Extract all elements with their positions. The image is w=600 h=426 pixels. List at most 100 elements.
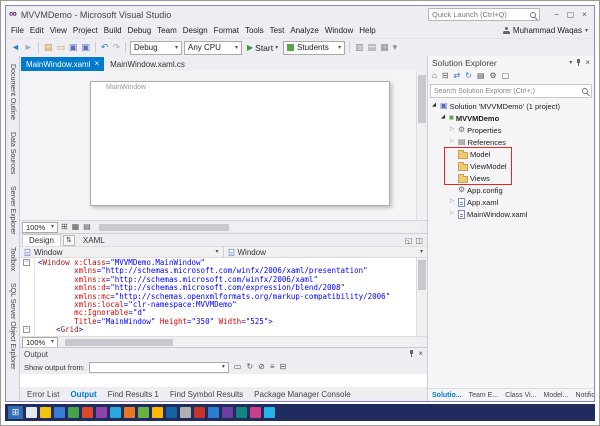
fold-collapse-icon[interactable]: − [23, 259, 30, 266]
taskbar-app-icon[interactable] [110, 407, 121, 418]
panel-tab-package-manager-console[interactable]: Package Manager Console [249, 388, 356, 401]
tool-tab-sql-server-object-explorer[interactable]: SQL Server Object Explorer [9, 283, 16, 370]
code-area[interactable]: <Window x:Class="MVVMDemo.MainWindow" xm… [35, 258, 416, 336]
nav-back-icon[interactable]: ◄ [10, 43, 21, 52]
output-content[interactable] [20, 374, 427, 387]
tree-item-views[interactable]: Views [428, 172, 594, 184]
save-icon[interactable]: ▣ [68, 43, 79, 52]
panel-tab-error-list[interactable]: Error List [22, 388, 64, 401]
design-canvas[interactable]: MainWindow [20, 71, 416, 220]
menu-item-window[interactable]: Window [322, 25, 356, 36]
messages-icon[interactable]: ▭ [233, 363, 243, 371]
tree-item-mainwindow-xaml[interactable]: ▷MainWindow.xaml [428, 208, 594, 220]
close-icon[interactable]: × [418, 350, 423, 358]
close-button[interactable]: × [578, 9, 591, 21]
output-source-select[interactable]: ▾ [89, 362, 229, 373]
menu-item-debug[interactable]: Debug [125, 25, 155, 36]
tree-item-app-xaml[interactable]: ▷App.xaml [428, 196, 594, 208]
taskbar-app-icon[interactable] [138, 407, 149, 418]
solution-explorer-search-input[interactable]: Search Solution Explorer (Ctrl+;) [430, 84, 592, 98]
scrollbar-thumb[interactable] [418, 260, 426, 290]
taskbar-app-icon[interactable] [194, 407, 205, 418]
account-area[interactable]: Muhammad Waqas ▾ [503, 26, 592, 35]
menu-item-build[interactable]: Build [101, 25, 125, 36]
tool-tab-data-sources[interactable]: Data Sources [9, 132, 16, 174]
properties-window-icon[interactable]: ▦ [379, 43, 390, 52]
undo-icon[interactable]: ↶ [100, 43, 110, 52]
pin-icon[interactable] [409, 350, 414, 358]
taskbar-app-icon[interactable] [96, 407, 107, 418]
design-view-tab[interactable]: Design [22, 234, 61, 246]
xaml-view-tab[interactable]: XAML [77, 234, 111, 246]
taskbar-app-icon[interactable] [68, 407, 79, 418]
taskbar-app-icon[interactable] [54, 407, 65, 418]
panel-tab-find-results-1[interactable]: Find Results 1 [103, 388, 164, 401]
chevron-down-icon[interactable]: ▾ [569, 60, 572, 66]
tree-item-references[interactable]: ▷▤References [428, 136, 594, 148]
panel-tab-find-symbol-results[interactable]: Find Symbol Results [165, 388, 248, 401]
panel-tab-team-e[interactable]: Team E... [466, 389, 502, 401]
tree-expanded-arrow-icon[interactable]: ◢ [430, 103, 438, 109]
design-artboard[interactable]: MainWindow [90, 81, 390, 206]
refresh-icon[interactable]: ↻ [464, 72, 473, 80]
taskbar-app-icon[interactable] [40, 407, 51, 418]
taskbar-app-icon[interactable] [208, 407, 219, 418]
tree-item-app-config[interactable]: ⚙App.config [428, 184, 594, 196]
snap-grid-icon[interactable]: ▤ [82, 223, 92, 231]
solution-platform-select[interactable]: Any CPU ▾ [184, 41, 242, 55]
open-file-icon[interactable]: ▭ [55, 43, 66, 52]
show-all-files-icon[interactable]: ▤ [476, 72, 486, 80]
toolbar-options-icon[interactable]: ▾ [392, 43, 399, 52]
menu-item-view[interactable]: View [47, 25, 70, 36]
start-debug-button[interactable]: ▶ Start ▾ [244, 43, 281, 53]
editor-horizontal-scrollbar[interactable] [63, 338, 422, 347]
tree-item-model[interactable]: Model [428, 148, 594, 160]
home-icon[interactable]: ⌂ [431, 72, 438, 80]
vertical-split-icon[interactable]: ◫ [415, 236, 423, 245]
expand-pane-icon[interactable]: ◱ [405, 236, 413, 245]
menu-item-help[interactable]: Help [356, 25, 378, 36]
preview-icon[interactable]: ▢ [501, 72, 511, 80]
taskbar-app-icon[interactable] [222, 407, 233, 418]
tool-tab-server-explorer[interactable]: Server Explorer [9, 186, 16, 235]
find-in-files-icon[interactable]: ▥ [354, 43, 365, 52]
collapse-all-icon[interactable]: ⊟ [441, 72, 450, 80]
pin-icon[interactable] [576, 59, 581, 67]
refresh-output-icon[interactable]: ↻ [245, 363, 254, 371]
word-wrap-icon[interactable]: ≡ [269, 363, 276, 371]
quick-launch-input[interactable]: Quick Launch (Ctrl+Q) [428, 8, 540, 21]
scrollbar-thumb[interactable] [65, 339, 173, 346]
designer-zoom-select[interactable]: 100% ▾ [22, 222, 58, 233]
menu-item-format[interactable]: Format [211, 25, 242, 36]
panel-tab-solutio[interactable]: Solutio... [429, 389, 465, 401]
close-icon[interactable]: × [585, 59, 590, 67]
tree-collapsed-arrow-icon[interactable]: ▷ [448, 211, 456, 217]
tree-expanded-arrow-icon[interactable]: ◢ [439, 115, 447, 121]
fold-collapse-icon[interactable]: − [23, 326, 30, 333]
autoscroll-icon[interactable]: ⊟ [279, 363, 288, 371]
taskbar-app-icon[interactable] [250, 407, 261, 418]
menu-item-team[interactable]: Team [154, 25, 180, 36]
menu-item-analyze[interactable]: Analyze [287, 25, 321, 36]
scrollbar-thumb[interactable] [99, 224, 229, 231]
menu-item-design[interactable]: Design [180, 25, 211, 36]
menu-item-test[interactable]: Test [267, 25, 288, 36]
clear-all-icon[interactable]: ⊘ [257, 363, 266, 371]
tree-collapsed-arrow-icon[interactable]: ▷ [448, 127, 456, 133]
tree-item-mvvmdemo[interactable]: ◢■MVVMDemo [428, 112, 594, 124]
grid-rails-icon[interactable]: ▦ [71, 223, 81, 231]
swap-panes-button[interactable]: ⇅ [63, 235, 75, 246]
panel-tab-notific[interactable]: Notific... [572, 389, 595, 401]
taskbar-app-icon[interactable] [26, 407, 37, 418]
tree-item-solution-mvvmdemo-1-project[interactable]: ◢▣Solution 'MVVMDemo' (1 project) [428, 100, 594, 112]
editor-zoom-select[interactable]: 100% ▾ [22, 337, 58, 348]
menu-item-file[interactable]: File [8, 25, 27, 36]
minimize-button[interactable]: − [550, 9, 563, 21]
panel-tab-class-vi[interactable]: Class Vi... [502, 389, 539, 401]
properties-icon[interactable]: ⚙ [489, 72, 498, 80]
menu-item-project[interactable]: Project [70, 25, 101, 36]
tree-collapsed-arrow-icon[interactable]: ▷ [448, 199, 456, 205]
taskbar-app-icon[interactable] [152, 407, 163, 418]
document-tab-mainwindow-xaml[interactable]: MainWindow.xaml× [21, 57, 104, 71]
tree-collapsed-arrow-icon[interactable]: ▷ [448, 139, 456, 145]
